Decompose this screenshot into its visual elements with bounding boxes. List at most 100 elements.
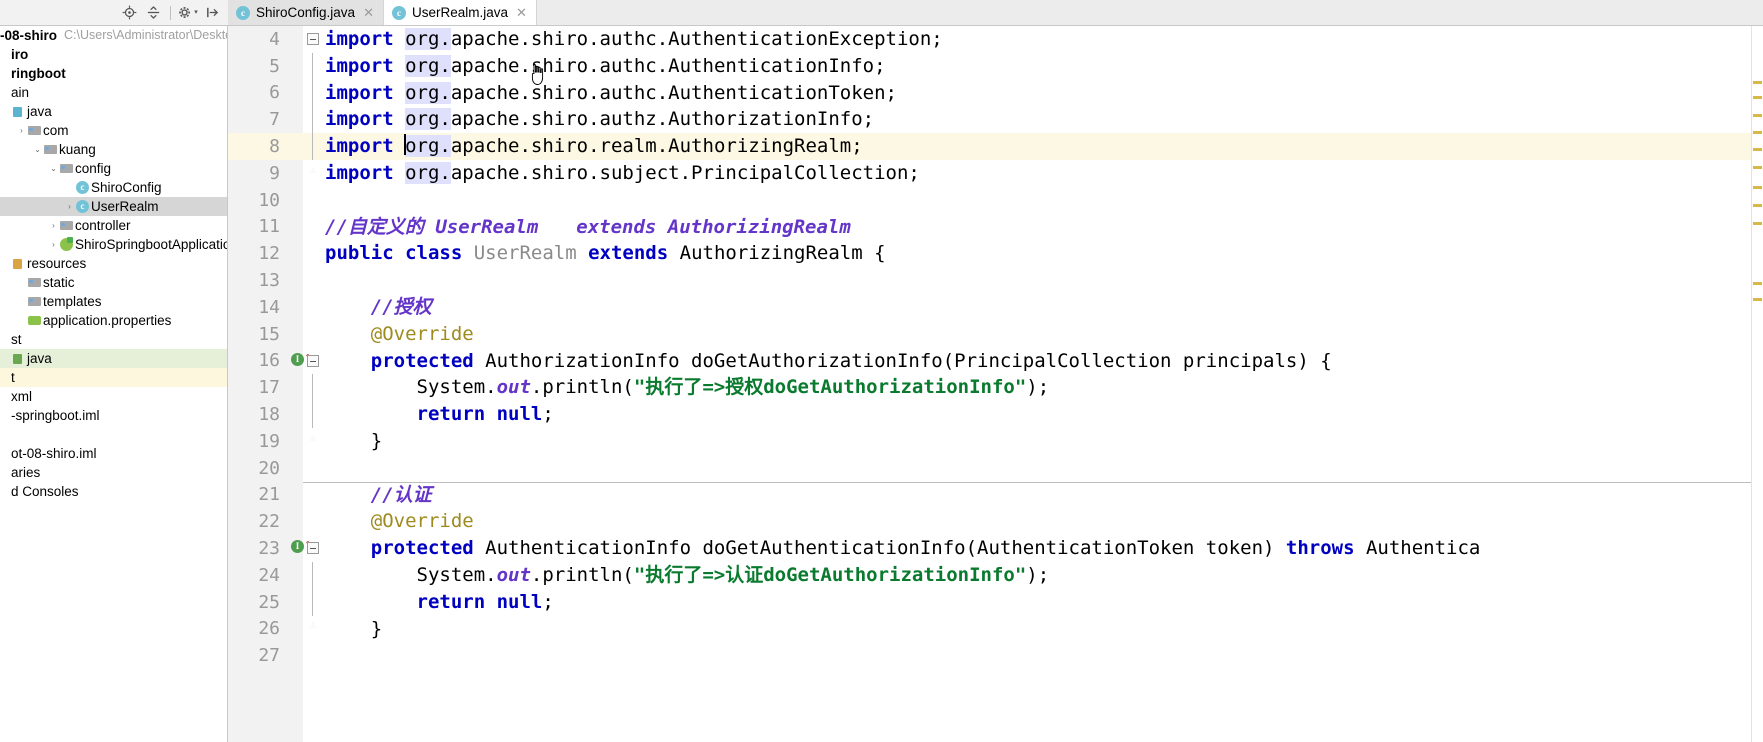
code-fold-control[interactable] <box>303 535 325 562</box>
code-line[interactable]: 13 <box>228 267 1763 294</box>
tree-item-static[interactable]: static <box>0 273 227 292</box>
code-fold-control[interactable] <box>303 428 325 455</box>
locate-icon[interactable] <box>119 3 139 23</box>
gutter-marker[interactable] <box>290 428 303 455</box>
gutter-marker[interactable]: I↑ <box>290 348 312 375</box>
tree-item-userrealm[interactable]: › UserRealm <box>0 197 227 216</box>
project-root-row[interactable]: -08-shiro C:\Users\Administrator\Desktop… <box>0 26 227 45</box>
tree-item-iro[interactable]: iro <box>0 45 227 64</box>
code-line[interactable]: 22 @Override <box>228 508 1763 535</box>
tree-item-ringboot[interactable]: ringboot <box>0 64 227 83</box>
chevron-right-icon[interactable]: › <box>64 197 75 216</box>
gutter-marker[interactable] <box>290 214 303 241</box>
gutter-marker[interactable] <box>290 53 303 80</box>
marker-stripe[interactable] <box>1753 166 1762 169</box>
code-line[interactable]: 17 System.out.println("执行了=>授权doGetAutho… <box>228 374 1763 402</box>
chevron-right-icon[interactable]: › <box>48 235 59 254</box>
code-fold-control[interactable] <box>303 588 325 616</box>
code-line[interactable]: 9 import org.apache.shiro.subject.Princip… <box>228 160 1763 187</box>
settings-gear-icon[interactable]: ▾ <box>178 3 198 23</box>
code-line[interactable]: 21 //认证 <box>228 481 1763 509</box>
code-line[interactable]: 7 import org.apache.shiro.authz.Authoriza… <box>228 106 1763 134</box>
tree-item-st[interactable]: st <box>0 330 227 349</box>
marker-stripe[interactable] <box>1753 204 1762 207</box>
code-fold-control[interactable] <box>303 52 325 80</box>
fold-end-icon[interactable] <box>308 434 317 441</box>
marker-stripe[interactable] <box>1753 186 1762 189</box>
code-line[interactable]: 24 System.out.println("执行了=>认证doGetAutho… <box>228 561 1763 589</box>
marker-stripe[interactable] <box>1753 222 1762 225</box>
tree-item-shiroconfig[interactable]: ShiroConfig <box>0 178 227 197</box>
tree-item-java[interactable]: java <box>0 102 227 121</box>
code-line[interactable]: 26 } <box>228 616 1763 643</box>
tree-item-com[interactable]: › com <box>0 121 227 140</box>
code-fold-control[interactable] <box>303 26 325 53</box>
tree-item-java[interactable]: java <box>0 349 227 368</box>
fold-collapse-icon[interactable] <box>307 542 319 555</box>
fold-collapse-icon[interactable] <box>307 33 319 45</box>
chevron-right-icon[interactable]: › <box>16 121 27 140</box>
tree-item-templates[interactable]: templates <box>0 292 227 311</box>
code-fold-control[interactable] <box>303 79 325 107</box>
code-line[interactable]: 25 return null; <box>228 588 1763 616</box>
gutter-marker[interactable] <box>290 160 303 187</box>
chevron-down-icon[interactable]: ⌄ <box>48 159 59 178</box>
gutter-marker[interactable] <box>290 26 303 53</box>
tree-item-t[interactable]: t <box>0 368 227 387</box>
gutter-marker[interactable] <box>290 589 303 616</box>
tree-item-resources[interactable]: resources <box>0 254 227 273</box>
code-line[interactable]: 14 //授权 <box>228 294 1763 321</box>
code-line[interactable]: 11 //自定义的 UserRealm extends AuthorizingRe… <box>228 214 1763 241</box>
collapse-all-icon[interactable] <box>143 3 163 23</box>
code-line[interactable]: 15 @Override <box>228 321 1763 348</box>
marker-stripe[interactable] <box>1753 96 1762 99</box>
code-fold-control[interactable] <box>303 401 325 428</box>
code-fold-control[interactable] <box>303 561 325 589</box>
gutter-marker[interactable] <box>290 187 303 214</box>
tab-shiroconfig[interactable]: c ShiroConfig.java ✕ <box>228 0 384 25</box>
gutter-marker[interactable] <box>290 455 303 482</box>
gutter-marker[interactable] <box>290 374 303 401</box>
code-fold-control[interactable] <box>303 106 325 134</box>
code-line[interactable]: 5 import org.apache.shiro.authc.Authentic… <box>228 52 1763 80</box>
code-line[interactable]: 8 import org.apache.shiro.realm.Authorizi… <box>228 133 1763 160</box>
marker-stripe[interactable] <box>1753 298 1762 301</box>
gutter-marker[interactable] <box>290 106 303 133</box>
tree-item-application-properties[interactable]: application.properties <box>0 311 227 330</box>
code-line[interactable]: 12 public class UserRealm extends Authori… <box>228 240 1763 267</box>
tree-item-controller[interactable]: › controller <box>0 216 227 235</box>
gutter-marker[interactable] <box>290 80 303 107</box>
code-line[interactable]: 6 import org.apache.shiro.authc.Authentic… <box>228 79 1763 107</box>
fold-end-icon[interactable] <box>308 166 317 173</box>
tab-userrealm[interactable]: c UserRealm.java ✕ <box>383 0 537 25</box>
tree-item--springboot-iml[interactable]: -springboot.iml <box>0 406 227 425</box>
fold-end-icon[interactable] <box>308 622 317 629</box>
marker-stripe[interactable] <box>1753 282 1762 285</box>
tree-item-xml[interactable]: xml <box>0 387 227 406</box>
tree-item-config[interactable]: ⌄ config <box>0 159 227 178</box>
code-line[interactable]: 10 <box>228 187 1763 214</box>
tree-item-ain[interactable]: ain <box>0 83 227 102</box>
gutter-marker[interactable] <box>290 240 303 267</box>
gutter-marker[interactable] <box>290 133 303 160</box>
tree-item-blank[interactable] <box>0 425 227 444</box>
code-fold-control[interactable] <box>303 616 325 643</box>
code-line[interactable]: 19 } <box>228 428 1763 455</box>
gutter-marker[interactable] <box>290 562 303 589</box>
code-line[interactable]: 16 I↑ protected AuthorizationInfo doGetAu… <box>228 348 1763 375</box>
marker-stripe[interactable] <box>1753 131 1762 134</box>
marker-stripe[interactable] <box>1753 148 1762 151</box>
gutter-marker[interactable] <box>290 267 303 294</box>
tree-item-ot-08-shiro-iml[interactable]: ot-08-shiro.iml <box>0 444 227 463</box>
code-fold-control[interactable] <box>303 374 325 402</box>
gutter-marker[interactable]: I↑ <box>290 535 312 562</box>
project-tree[interactable]: -08-shiro C:\Users\Administrator\Desktop… <box>0 26 228 742</box>
code-fold-control[interactable] <box>303 160 325 187</box>
gutter-marker[interactable] <box>290 508 303 535</box>
gutter-marker[interactable] <box>290 642 303 669</box>
tab-close-icon[interactable]: ✕ <box>363 5 374 21</box>
code-fold-control[interactable] <box>303 133 325 160</box>
code-fold-control[interactable] <box>303 348 325 375</box>
chevron-right-icon[interactable]: › <box>48 216 59 235</box>
code-line[interactable]: 18 return null; <box>228 401 1763 428</box>
